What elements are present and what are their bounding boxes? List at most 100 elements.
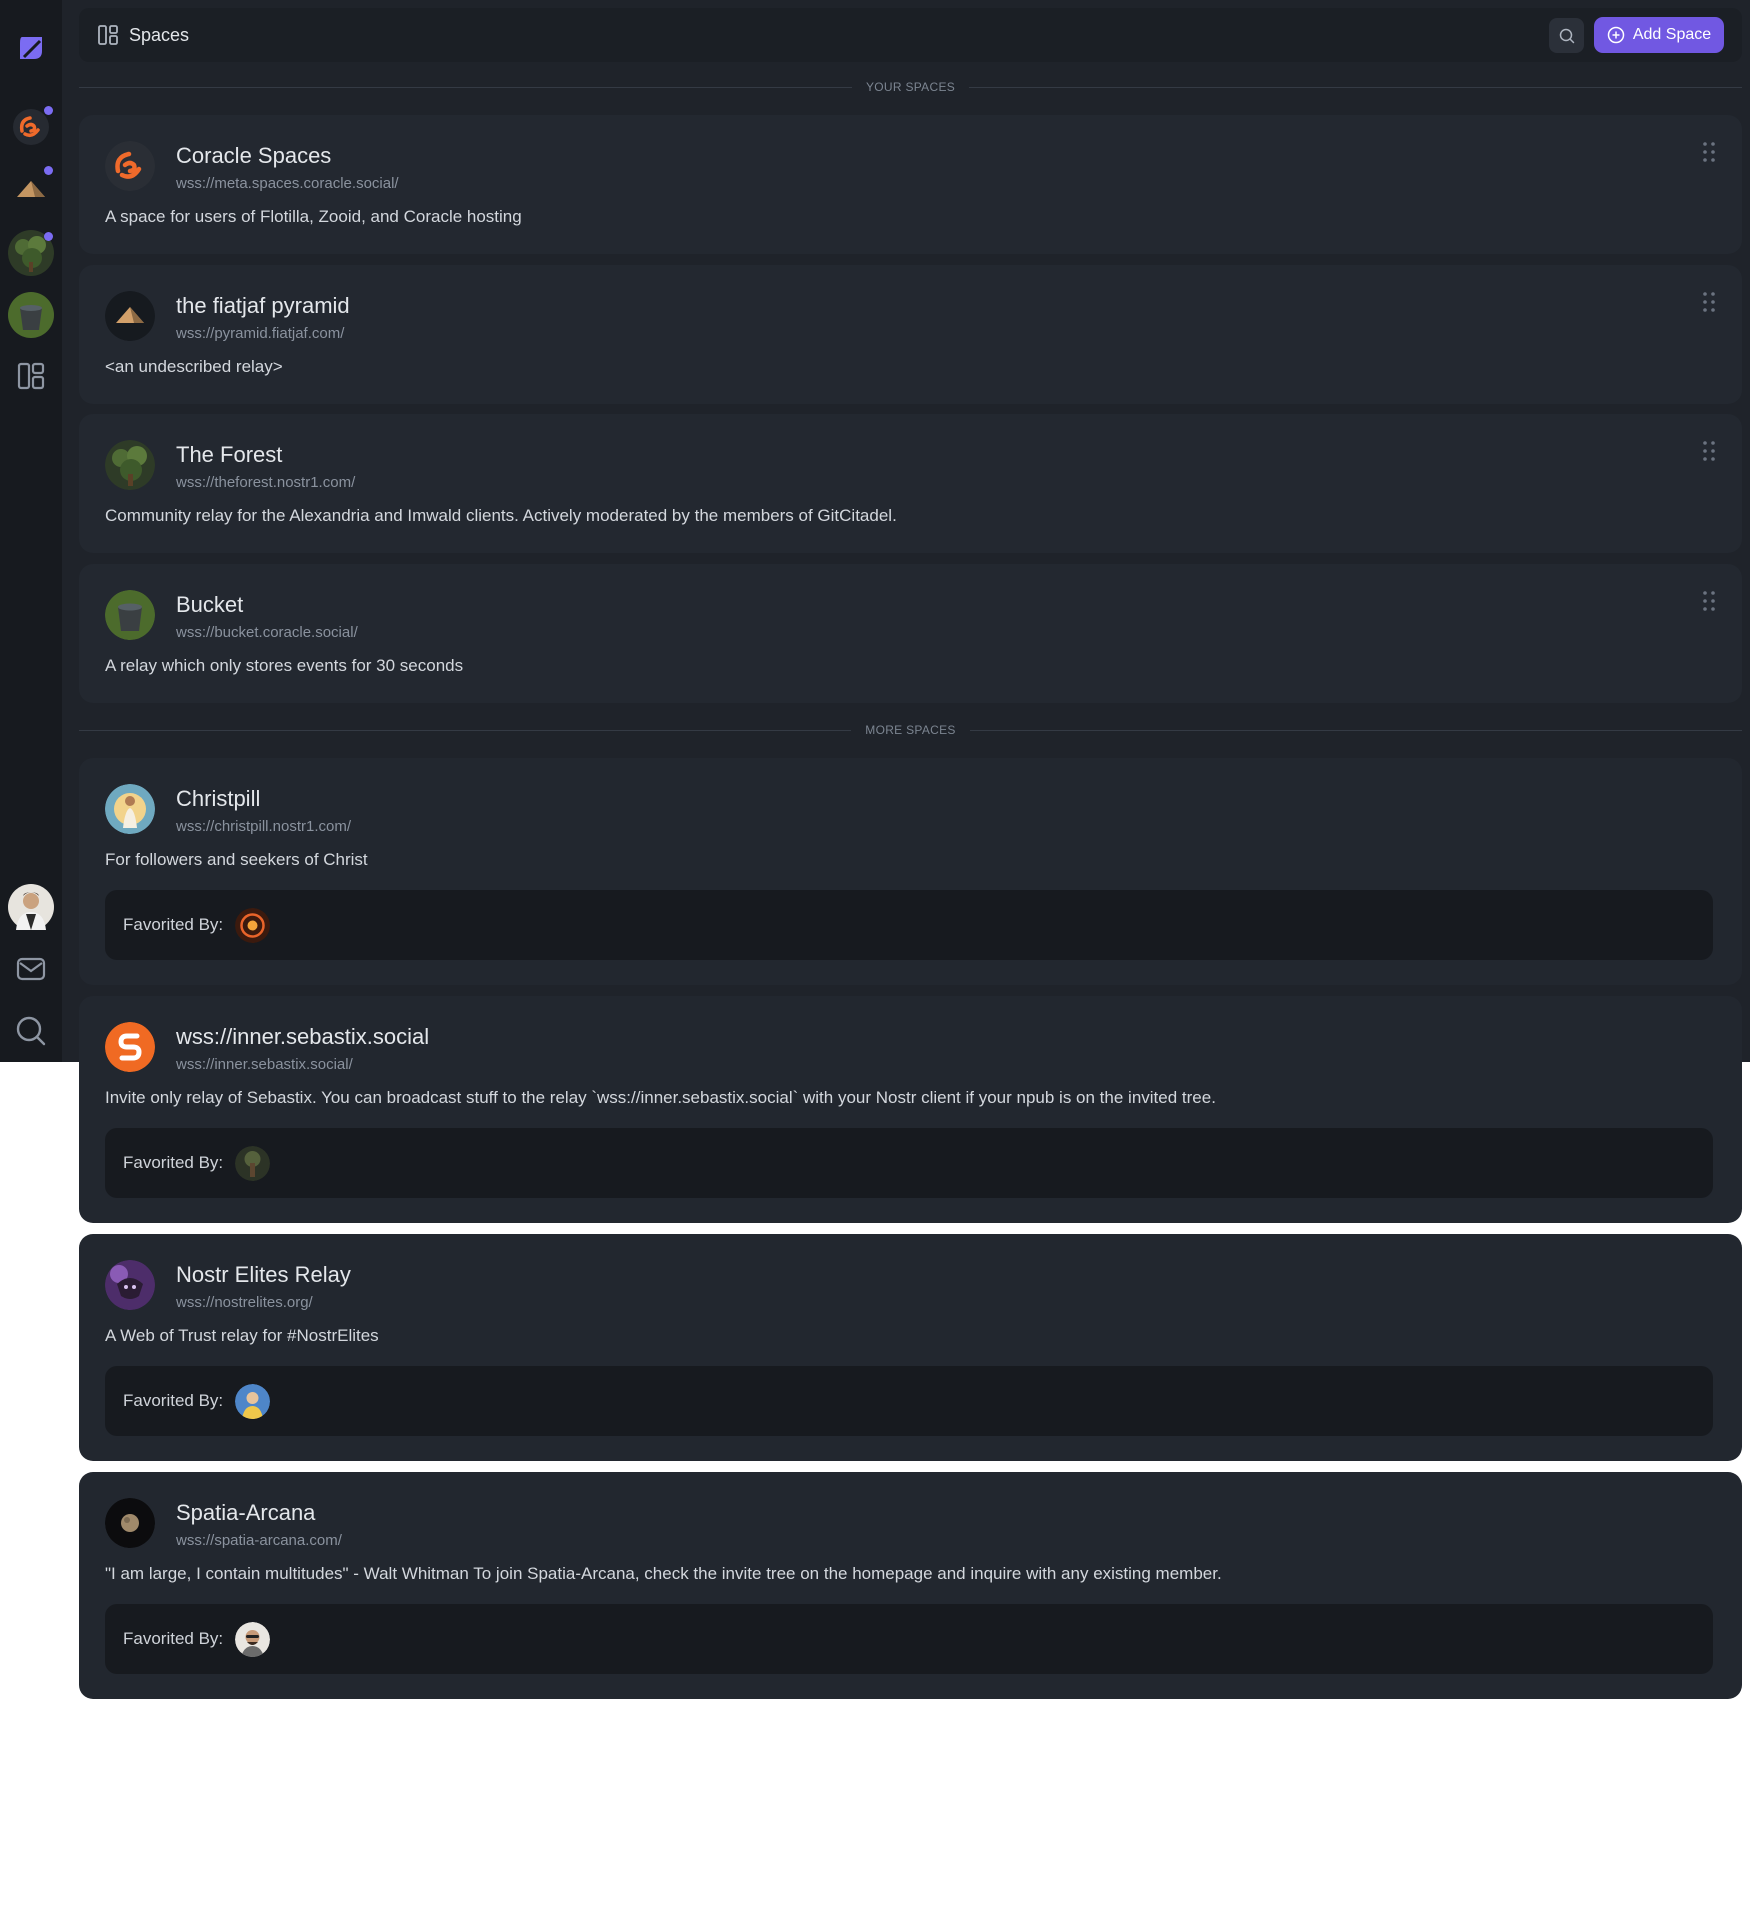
drag-handle-icon[interactable] <box>1702 141 1716 163</box>
nostr-elites-avatar-icon <box>105 1260 155 1310</box>
favorited-by: Favorited By: <box>105 890 1713 960</box>
sun-avatar-icon <box>235 908 270 943</box>
space-avatar <box>105 1022 155 1072</box>
space-avatar <box>105 1260 155 1310</box>
favorited-user-avatar[interactable] <box>235 1622 270 1657</box>
space-name: Coracle Spaces <box>176 143 332 168</box>
space-url: wss://meta.spaces.coracle.social/ <box>176 175 399 192</box>
app-logo-icon[interactable] <box>8 25 54 71</box>
sidebar <box>0 0 62 1062</box>
user-avatar[interactable] <box>8 884 54 930</box>
space-url: wss://pyramid.fiatjaf.com/ <box>176 325 345 342</box>
spaces-grid-icon <box>17 362 45 390</box>
space-url: wss://nostrelites.org/ <box>176 1294 313 1311</box>
space-name: The Forest <box>176 442 283 467</box>
your-spaces-divider: YOUR SPACES <box>79 79 1743 95</box>
sidebar-item-the-forest[interactable] <box>8 230 54 276</box>
space-name: Nostr Elites Relay <box>176 1262 351 1287</box>
christpill-avatar-icon <box>105 784 155 834</box>
space-avatar <box>105 141 155 191</box>
space-name: the fiatjaf pyramid <box>176 293 350 318</box>
messages-button[interactable] <box>8 946 54 992</box>
space-name: Bucket <box>176 592 244 617</box>
space-description: A space for users of Flotilla, Zooid, an… <box>105 207 522 226</box>
more-spaces-divider: MORE SPACES <box>79 722 1742 738</box>
search-button[interactable] <box>1549 18 1584 53</box>
space-url: wss://inner.sebastix.social/ <box>176 1056 353 1073</box>
drag-handle-icon[interactable] <box>1702 590 1716 612</box>
pyramid-icon <box>17 181 45 197</box>
space-card-fiatjaf-pyramid[interactable]: the fiatjaf pyramid wss://pyramid.fiatja… <box>79 265 1742 404</box>
space-url: wss://theforest.nostr1.com/ <box>176 474 356 491</box>
bucket-avatar-icon <box>8 292 54 338</box>
space-url: wss://spatia-arcana.com/ <box>176 1532 342 1549</box>
space-avatar <box>105 1498 155 1548</box>
space-card-spatia-arcana[interactable]: Spatia-Arcana wss://spatia-arcana.com/ "… <box>79 1472 1742 1699</box>
favorited-label: Favorited By: <box>123 915 224 934</box>
search-icon <box>1559 28 1574 43</box>
mail-icon <box>16 957 46 981</box>
space-name: Christpill <box>176 786 261 811</box>
pyramid-icon <box>105 291 155 341</box>
space-card-bucket[interactable]: Bucket wss://bucket.coracle.social/ A re… <box>79 564 1742 703</box>
favorited-label: Favorited By: <box>123 1391 224 1410</box>
space-description: Community relay for the Alexandria and I… <box>105 506 897 525</box>
search-nav-button[interactable] <box>8 1008 54 1054</box>
favorited-by: Favorited By: <box>105 1128 1713 1198</box>
space-name: Spatia-Arcana <box>176 1500 316 1525</box>
favorited-user-avatar[interactable] <box>235 1384 270 1419</box>
page-heading: Spaces <box>97 24 189 46</box>
bucket-avatar-icon <box>105 590 155 640</box>
plus-circle-icon <box>1607 26 1625 44</box>
spaces-grid-icon <box>98 25 118 45</box>
space-card-christpill[interactable]: Christpill wss://christpill.nostr1.com/ … <box>79 758 1742 985</box>
section-label: MORE SPACES <box>865 723 956 737</box>
space-description: A relay which only stores events for 30 … <box>105 656 464 675</box>
add-space-button[interactable]: Add Space <box>1594 17 1724 53</box>
space-description: Invite only relay of Sebastix. You can b… <box>105 1088 1216 1107</box>
space-name: wss://inner.sebastix.social <box>176 1024 430 1049</box>
top-bar: Spaces Add Space <box>79 8 1742 62</box>
search-icon <box>16 1016 46 1046</box>
profile-avatar-icon <box>8 884 54 930</box>
sebastix-logo-icon <box>105 1022 155 1072</box>
space-url: wss://christpill.nostr1.com/ <box>176 818 352 835</box>
space-url: wss://bucket.coracle.social/ <box>176 624 358 641</box>
page-title: Spaces <box>129 24 190 45</box>
space-card-the-forest[interactable]: The Forest wss://theforest.nostr1.com/ C… <box>79 414 1742 553</box>
space-description: <an undescribed relay> <box>105 357 283 376</box>
space-avatar <box>105 291 155 341</box>
unread-dot <box>44 106 53 115</box>
moon-avatar-icon <box>105 1498 155 1548</box>
space-avatar <box>105 440 155 490</box>
space-avatar <box>105 590 155 640</box>
drag-handle-icon[interactable] <box>1702 291 1716 313</box>
favorited-by: Favorited By: <box>105 1604 1713 1674</box>
favorited-user-avatar[interactable] <box>235 1146 270 1181</box>
sidebar-item-coracle-spaces[interactable] <box>8 104 54 150</box>
sidebar-item-fiatjaf-pyramid[interactable] <box>8 164 54 210</box>
space-description: A Web of Trust relay for #NostrElites <box>105 1326 379 1345</box>
space-description: "I am large, I contain multitudes" - Wal… <box>105 1564 1222 1583</box>
unread-dot <box>44 166 53 175</box>
unread-dot <box>44 232 53 241</box>
favorited-label: Favorited By: <box>123 1629 224 1648</box>
drag-handle-icon[interactable] <box>1702 440 1716 462</box>
favorited-user-avatar[interactable] <box>235 908 270 943</box>
add-space-label: Add Space <box>1632 26 1712 43</box>
person-avatar-icon <box>235 1384 270 1419</box>
space-card-inner-sebastix[interactable]: wss://inner.sebastix.social wss://inner.… <box>79 996 1742 1223</box>
space-avatar <box>105 784 155 834</box>
space-description: For followers and seekers of Christ <box>105 850 368 869</box>
sidebar-item-spaces[interactable] <box>8 353 54 399</box>
favorited-label: Favorited By: <box>123 1153 224 1172</box>
favorited-by: Favorited By: <box>105 1366 1713 1436</box>
space-card-coracle-spaces[interactable]: Coracle Spaces wss://meta.spaces.coracle… <box>79 115 1742 254</box>
section-label: YOUR SPACES <box>865 80 956 94</box>
person-avatar-icon <box>235 1622 270 1657</box>
forest-avatar-icon <box>105 440 155 490</box>
tree-avatar-icon <box>235 1146 270 1181</box>
sidebar-item-bucket[interactable] <box>8 292 54 338</box>
coracle-logo-icon <box>105 141 155 191</box>
space-card-nostr-elites[interactable]: Nostr Elites Relay wss://nostrelites.org… <box>79 1234 1742 1461</box>
